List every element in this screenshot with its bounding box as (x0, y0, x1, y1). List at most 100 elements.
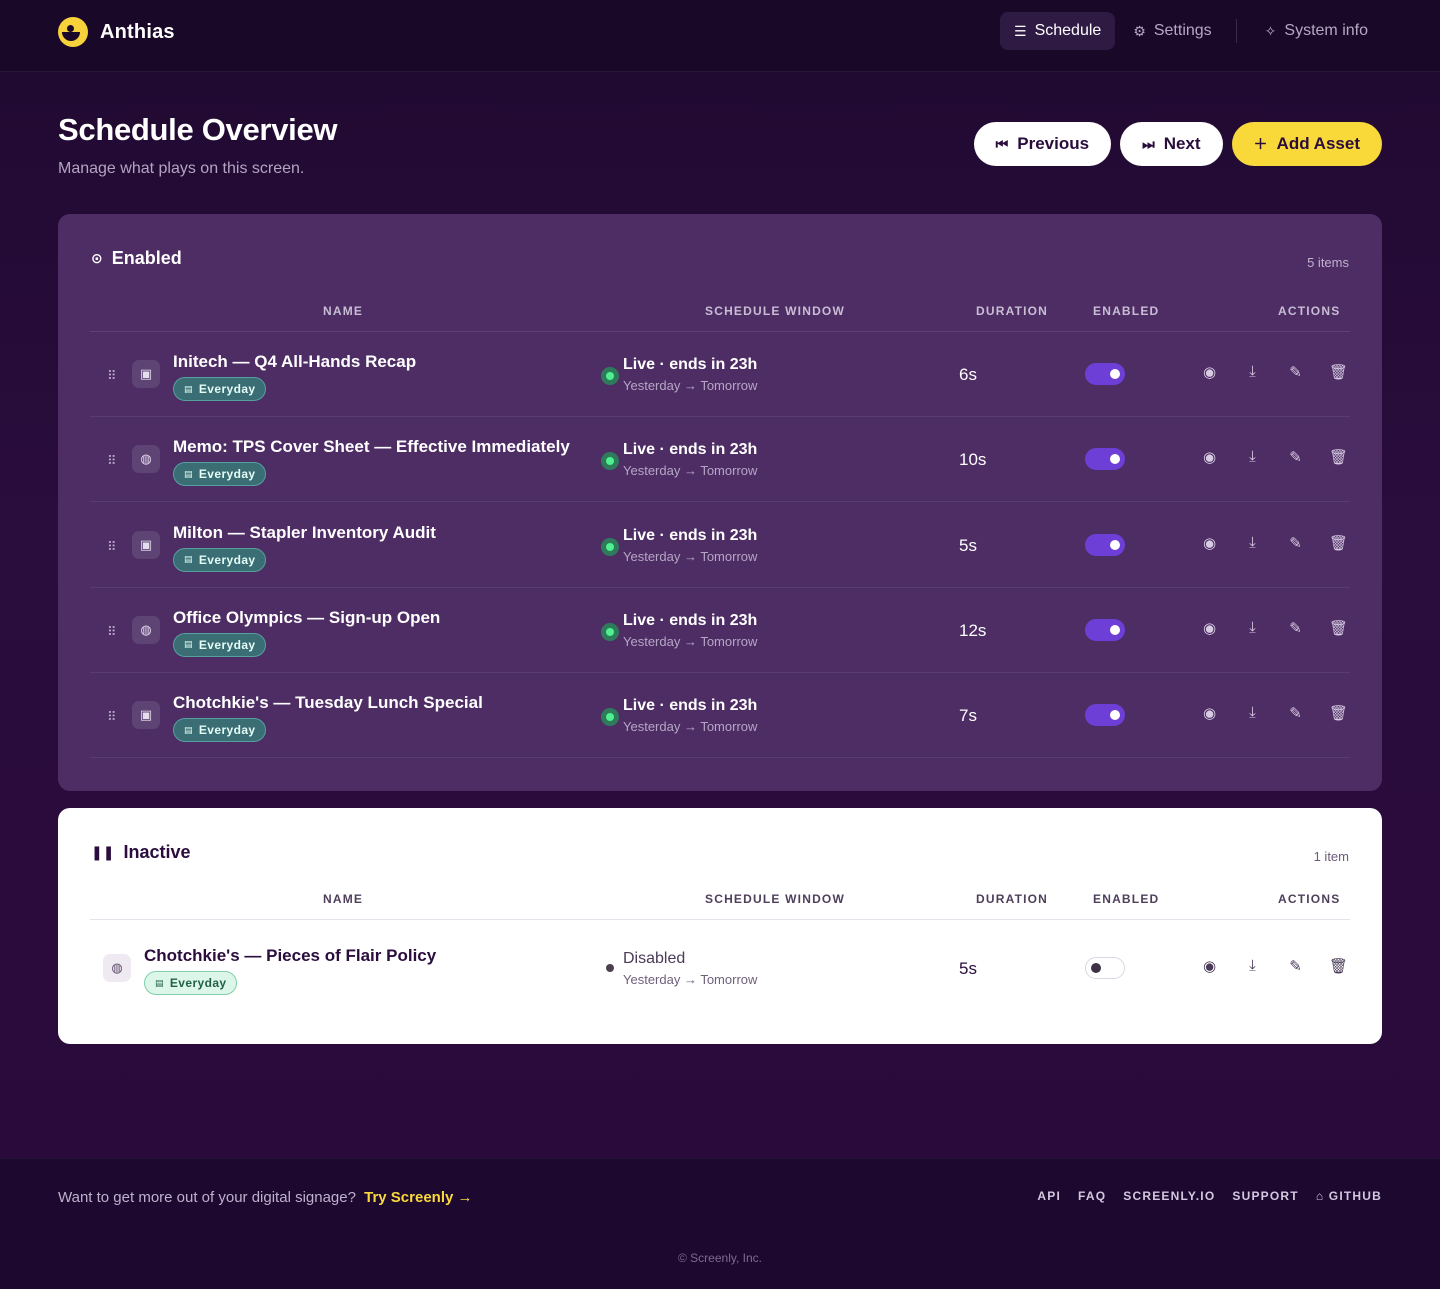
delete-icon[interactable]: 🗑 (1317, 704, 1360, 722)
edit-icon[interactable]: ✎ (1274, 957, 1317, 975)
footer-link-api[interactable]: API (1037, 1189, 1061, 1203)
delete-icon[interactable]: 🗑 (1317, 363, 1360, 381)
preview-icon[interactable]: ◉ (1188, 619, 1231, 637)
drag-handle-icon[interactable]: ⠿ (107, 453, 116, 469)
toggle-knob (1110, 369, 1120, 379)
schedule-range: Yesterday → Tomorrow (623, 378, 758, 393)
table-row[interactable]: ⠿ ◍ Memo: TPS Cover Sheet — Effective Im… (90, 417, 1350, 503)
download-icon[interactable]: ⤓ (1231, 957, 1274, 975)
duration: 10s (959, 450, 987, 470)
edit-icon[interactable]: ✎ (1274, 704, 1317, 722)
tag-label: Everyday (198, 382, 256, 396)
asset-name[interactable]: Chotchkie's — Pieces of Flair Policy (144, 946, 436, 966)
enabled-toggle[interactable] (1085, 704, 1125, 727)
nav-schedule[interactable]: ☰ Schedule (1000, 12, 1116, 50)
calendar-icon: ▤ (184, 554, 193, 565)
section-heading: ⊙ Enabled (91, 248, 182, 269)
edit-icon[interactable]: ✎ (1274, 363, 1317, 381)
asset-name[interactable]: Initech — Q4 All-Hands Recap (173, 352, 416, 372)
asset-name[interactable]: Milton — Stapler Inventory Audit (173, 523, 436, 543)
col-enabled: ENABLED (1093, 304, 1160, 318)
download-icon[interactable]: ⤓ (1231, 704, 1274, 722)
image-icon: ▣ (132, 360, 160, 388)
enabled-toggle[interactable] (1085, 533, 1125, 556)
duration: 6s (959, 365, 977, 384)
duration: 12s (959, 620, 987, 640)
asset-name[interactable]: Office Olympics — Sign-up Open (173, 608, 440, 628)
toggle-knob (1091, 963, 1101, 973)
live-status-dot (601, 708, 619, 727)
enabled-toggle[interactable] (1085, 618, 1125, 641)
duration: 5s (959, 959, 977, 978)
live-status-dot (601, 622, 619, 641)
status-text: Live · ends in 23h (623, 526, 758, 544)
drag-handle-icon[interactable]: ⠿ (107, 539, 116, 555)
preview-icon[interactable]: ◉ (1188, 363, 1231, 381)
col-actions: ACTIONS (1278, 892, 1341, 906)
plus-icon: ＋ (1253, 136, 1268, 152)
download-icon[interactable]: ⤓ (1231, 448, 1274, 466)
drag-handle-icon[interactable]: ⠿ (107, 624, 116, 640)
table-row[interactable]: ⠿ ▣ Chotchkie's — Tuesday Lunch Special … (90, 673, 1350, 759)
row-actions: ◉ ⤓ ✎ 🗑 (1188, 448, 1360, 466)
preview-icon[interactable]: ◉ (1188, 957, 1231, 975)
enabled-toggle[interactable] (1085, 363, 1125, 385)
calendar-icon: ▤ (184, 468, 193, 479)
download-icon[interactable]: ⤓ (1231, 619, 1274, 637)
col-schedule-window: SCHEDULE WINDOW (705, 892, 845, 906)
asset-name[interactable]: Chotchkie's — Tuesday Lunch Special (173, 693, 483, 713)
tag-label: Everyday (198, 637, 256, 652)
duration: 5s (959, 535, 977, 555)
enabled-toggle[interactable] (1085, 957, 1125, 979)
try-screenly-link[interactable]: Try Screenly → (364, 1189, 472, 1206)
table-row[interactable]: ⠿ ▣ Milton — Stapler Inventory Audit ▤ E… (90, 503, 1350, 588)
table-row[interactable]: ◍ Chotchkie's — Pieces of Flair Policy ▤… (90, 926, 1350, 1011)
enabled-toggle[interactable] (1085, 448, 1125, 471)
footer: Want to get more out of your digital sig… (0, 1158, 1440, 1289)
delete-icon[interactable]: 🗑 (1317, 619, 1360, 637)
preview-icon[interactable]: ◉ (1188, 704, 1231, 722)
inactive-panel: ❚❚ Inactive 1 item NAME SCHEDULE WINDOW … (58, 808, 1382, 1044)
edit-icon[interactable]: ✎ (1274, 448, 1317, 466)
globe-icon: ◍ (132, 615, 160, 644)
nav-settings[interactable]: ⚙ Settings (1119, 12, 1225, 50)
asset-name[interactable]: Memo: TPS Cover Sheet — Effective Immedi… (173, 437, 570, 457)
footer-link-screenly[interactable]: SCREENLY.IO (1123, 1189, 1215, 1203)
table-row[interactable]: ⠿ ▣ Initech — Q4 All-Hands Recap ▤ Every… (90, 332, 1350, 417)
row-actions: ◉ ⤓ ✎ 🗑 (1188, 704, 1360, 722)
col-name: NAME (323, 304, 364, 318)
status-text: Live · ends in 23h (623, 356, 758, 373)
edit-icon[interactable]: ✎ (1274, 619, 1317, 637)
brand[interactable]: Anthias (58, 17, 175, 47)
live-status-dot (601, 537, 619, 556)
delete-icon[interactable]: 🗑 (1317, 534, 1360, 552)
edit-icon[interactable]: ✎ (1274, 534, 1317, 552)
footer-link-github[interactable]: ⌂ GITHUB (1316, 1189, 1382, 1203)
anthias-logo-icon (58, 17, 88, 47)
duration: 7s (959, 706, 977, 726)
status-text: Live · ends in 23h (623, 697, 758, 715)
table-row[interactable]: ⠿ ◍ Office Olympics — Sign-up Open ▤ Eve… (90, 588, 1350, 673)
schedule-tag: ▤ Everyday (173, 377, 267, 401)
nav-system-info[interactable]: ✧ System info (1251, 12, 1382, 50)
delete-icon[interactable]: 🗑 (1317, 448, 1360, 466)
pause-icon: ❚❚ (91, 844, 115, 860)
footer-link-faq[interactable]: FAQ (1078, 1189, 1106, 1203)
schedule-range: Yesterday → Tomorrow (623, 972, 758, 987)
schedule-tag: ▤ Everyday (173, 632, 267, 657)
nav-label: Schedule (1034, 22, 1102, 39)
add-asset-button[interactable]: ＋ Add Asset (1231, 122, 1382, 166)
previous-button[interactable]: ⏮ Previous (973, 122, 1112, 166)
schedule-tag: ▤ Everyday (173, 718, 267, 743)
download-icon[interactable]: ⤓ (1231, 363, 1274, 381)
footer-link-support[interactable]: SUPPORT (1232, 1189, 1298, 1203)
drag-handle-icon[interactable]: ⠿ (107, 709, 116, 725)
drag-handle-icon[interactable]: ⠿ (107, 368, 116, 384)
preview-icon[interactable]: ◉ (1188, 448, 1231, 466)
download-icon[interactable]: ⤓ (1231, 534, 1274, 552)
gear-icon: ⚙ (1133, 22, 1146, 39)
delete-icon[interactable]: 🗑 (1317, 957, 1360, 975)
status-dot (606, 964, 614, 972)
preview-icon[interactable]: ◉ (1188, 534, 1231, 552)
next-button[interactable]: ⏭ Next (1120, 122, 1223, 166)
